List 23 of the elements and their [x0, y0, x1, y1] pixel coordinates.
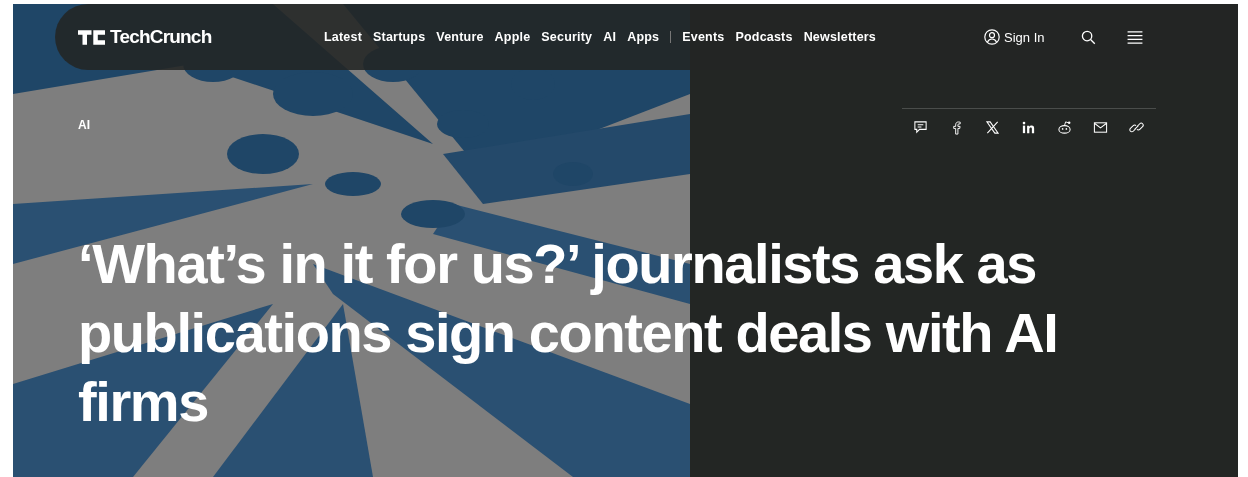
menu-icon[interactable]: [1127, 30, 1143, 44]
mail-icon[interactable]: [1093, 120, 1108, 135]
nav-link[interactable]: Events: [682, 30, 725, 44]
nav-link[interactable]: Podcasts: [735, 30, 793, 44]
reddit-icon[interactable]: [1057, 120, 1072, 135]
category-link[interactable]: AI: [78, 118, 90, 132]
logo-icon[interactable]: [78, 29, 105, 45]
nav-link[interactable]: AI: [603, 30, 617, 44]
nav-link[interactable]: Latest: [324, 30, 363, 44]
nav-link[interactable]: Venture: [436, 30, 484, 44]
sign-in-link[interactable]: Sign In: [984, 29, 1081, 45]
link-icon[interactable]: [1129, 120, 1144, 135]
nav-link[interactable]: Apps: [627, 30, 660, 44]
nav-link[interactable]: Startups: [373, 30, 426, 44]
logo-text[interactable]: TechCrunch: [110, 26, 212, 48]
linkedin-icon[interactable]: [1021, 120, 1036, 135]
comment-icon[interactable]: [913, 120, 928, 135]
search-icon[interactable]: [1081, 29, 1096, 45]
user-icon: [984, 29, 1000, 45]
nav-link[interactable]: Newsletters: [803, 30, 876, 44]
nav-link[interactable]: Security: [541, 30, 593, 44]
nav-link[interactable]: Apple: [494, 30, 531, 44]
x-icon[interactable]: [985, 120, 1000, 135]
